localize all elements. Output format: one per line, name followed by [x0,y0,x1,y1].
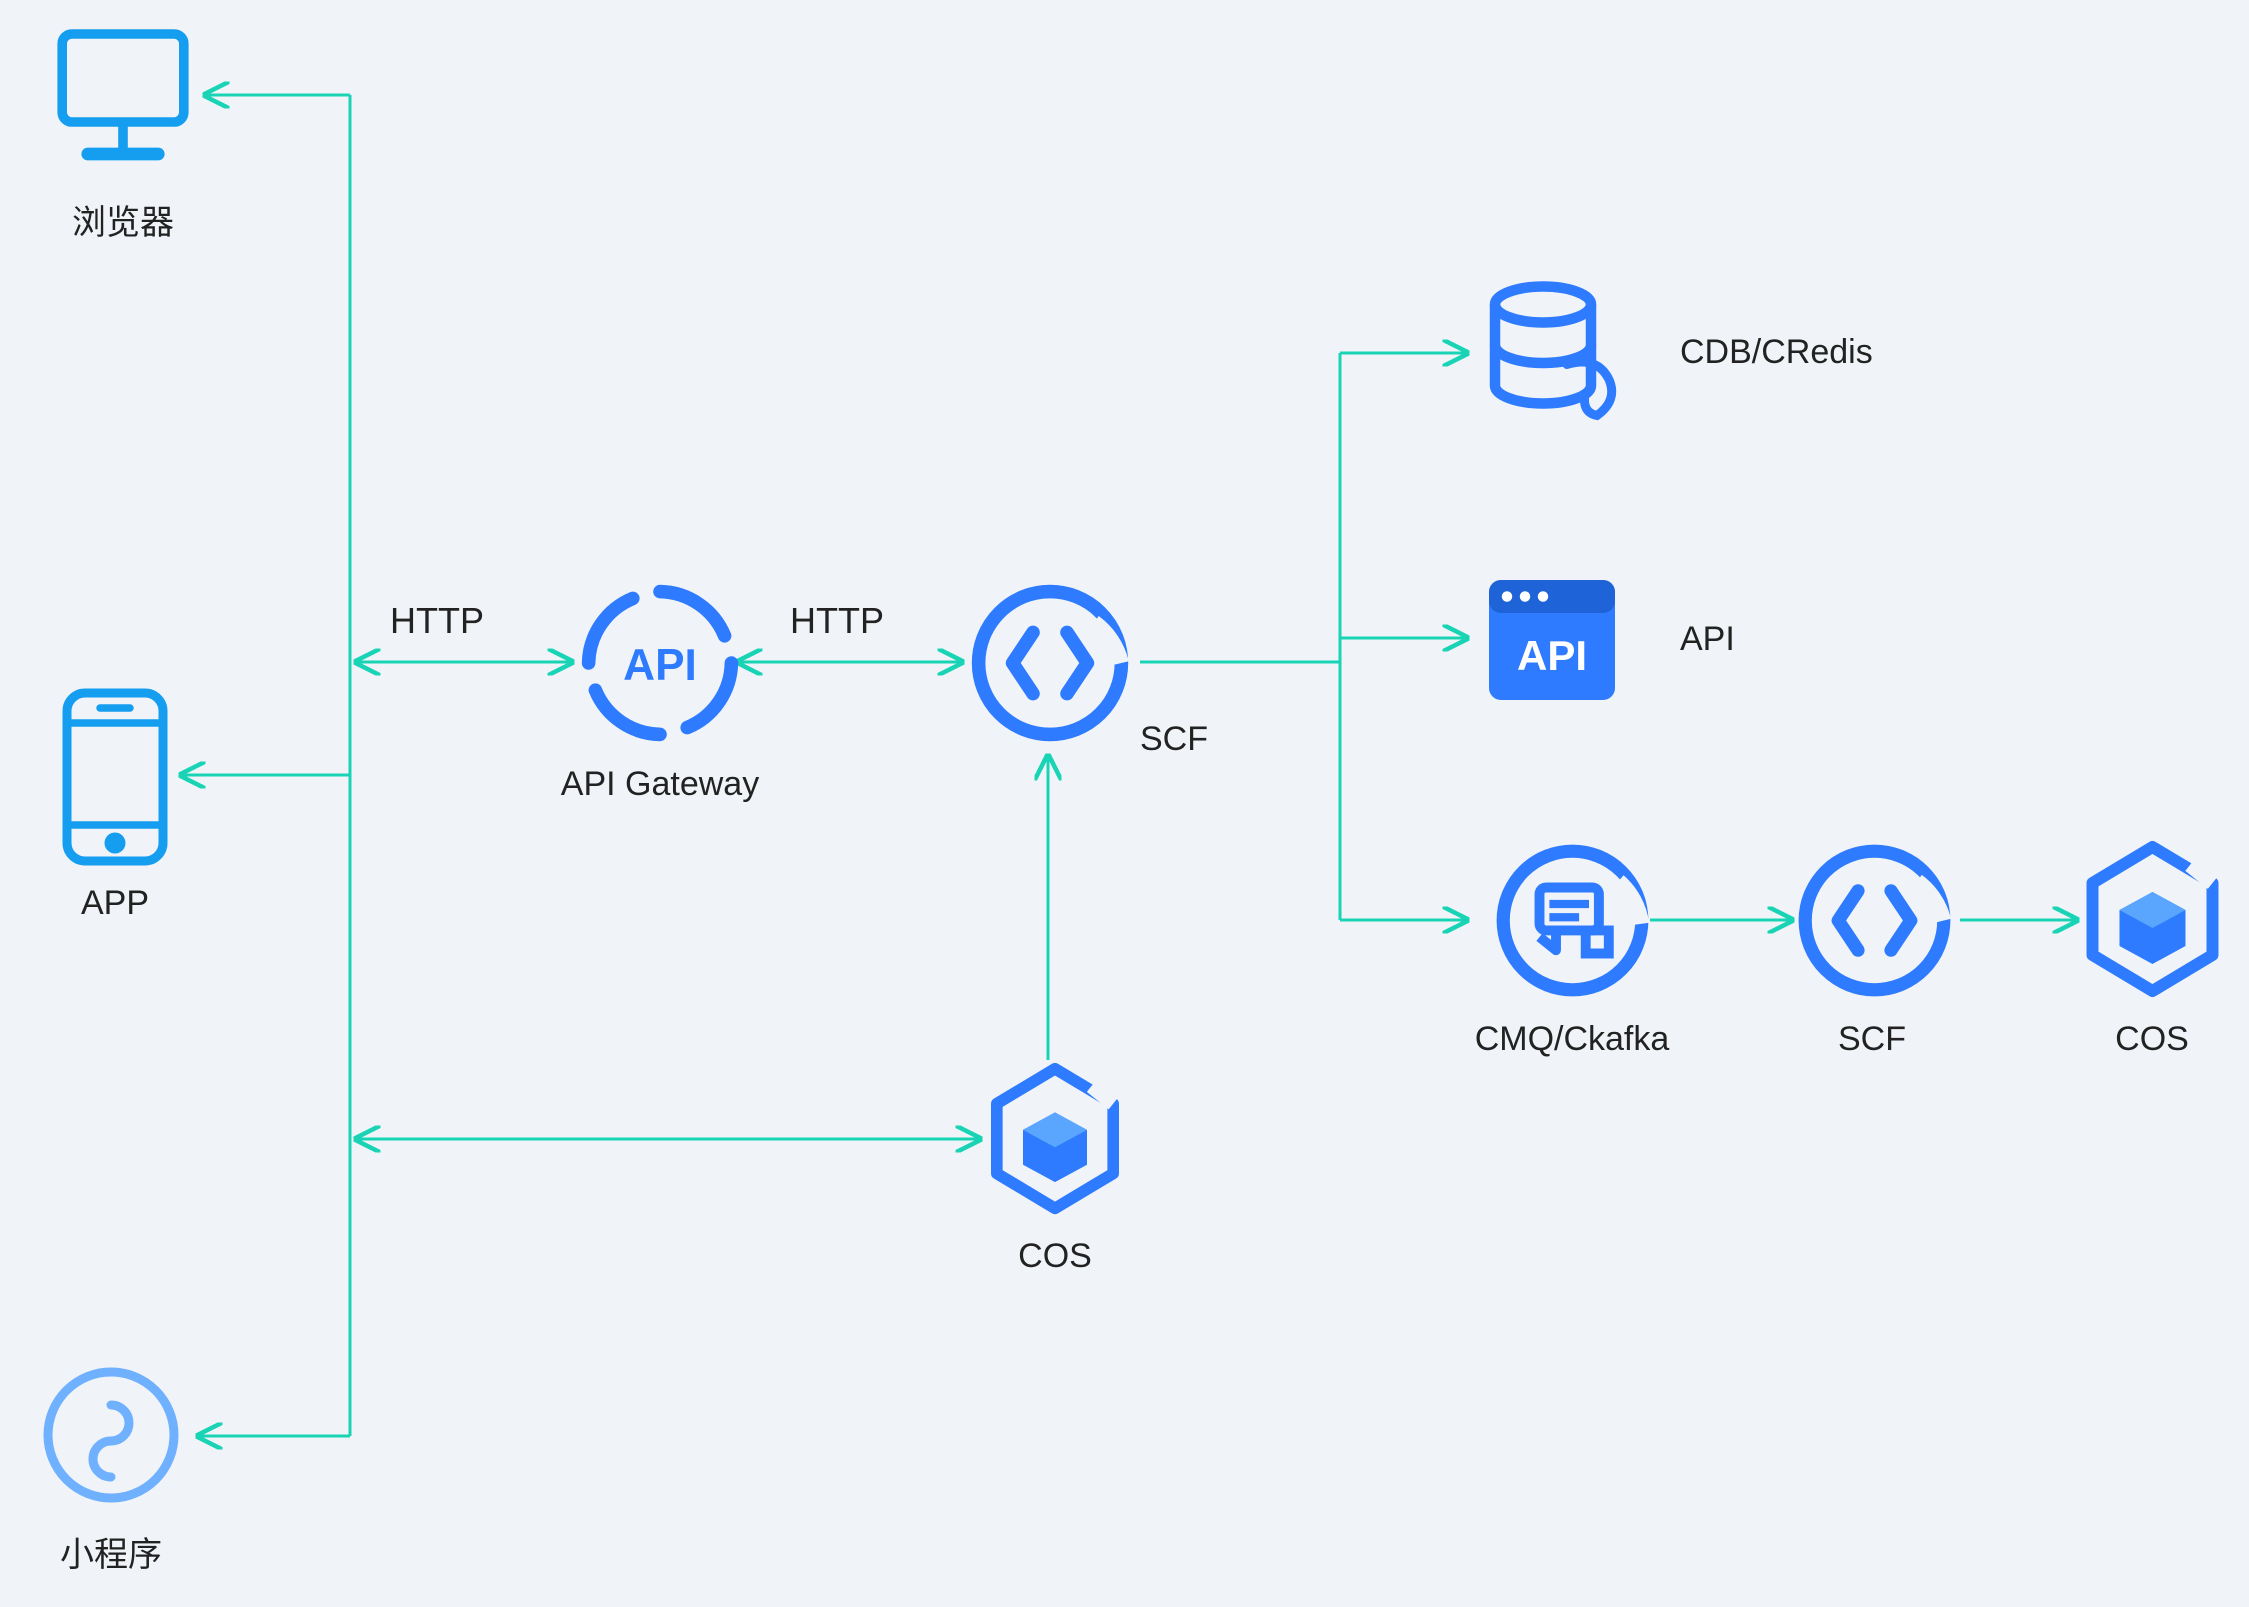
node-miniprogram-label: 小程序 [36,1527,186,1576]
svg-text:API: API [1517,632,1587,679]
node-api-gateway-label: API Gateway [560,765,760,804]
miniprogram-icon [36,1360,186,1510]
node-api: API [1472,565,1632,720]
connection-layer [0,0,2249,1607]
node-cmq-label: CMQ/Ckafka [1472,1020,1672,1059]
node-cos2: COS [2072,838,2232,1059]
svg-text:API: API [623,641,697,690]
node-cmq: CMQ/Ckafka [1472,838,1672,1059]
edge-http1-label: HTTP [390,600,484,642]
node-cdb [1472,275,1632,435]
node-browser: 浏览器 [38,18,208,244]
mobile-icon [55,687,175,867]
node-cos: COS [975,1060,1135,1276]
edge-http2-label: HTTP [790,600,884,642]
message-queue-icon [1490,838,1655,1003]
api-gateway-icon: API [575,578,745,748]
scf-icon [1792,838,1957,1003]
node-scf2: SCF [1792,838,1952,1059]
node-app-label: APP [50,884,180,923]
node-cdb-label: CDB/CRedis [1680,333,1873,372]
node-miniprogram: 小程序 [36,1360,186,1576]
node-scf-label: SCF [1140,720,1208,759]
node-cos2-label: COS [2072,1020,2232,1059]
scf-icon [965,578,1135,748]
cos-icon [980,1060,1130,1220]
node-browser-label: 浏览器 [38,195,208,244]
node-scf [960,578,1140,753]
api-window-icon: API [1477,565,1627,715]
monitor-icon [43,18,203,178]
database-icon [1477,275,1627,430]
node-app: APP [50,687,180,923]
architecture-diagram: 浏览器 APP 小程序 API API Gateway [0,0,2249,1607]
node-api-label: API [1680,620,1735,659]
node-cos-label: COS [975,1237,1135,1276]
cos-icon [2075,838,2230,1003]
node-scf2-label: SCF [1792,1020,1952,1059]
node-api-gateway: API API Gateway [560,578,760,804]
